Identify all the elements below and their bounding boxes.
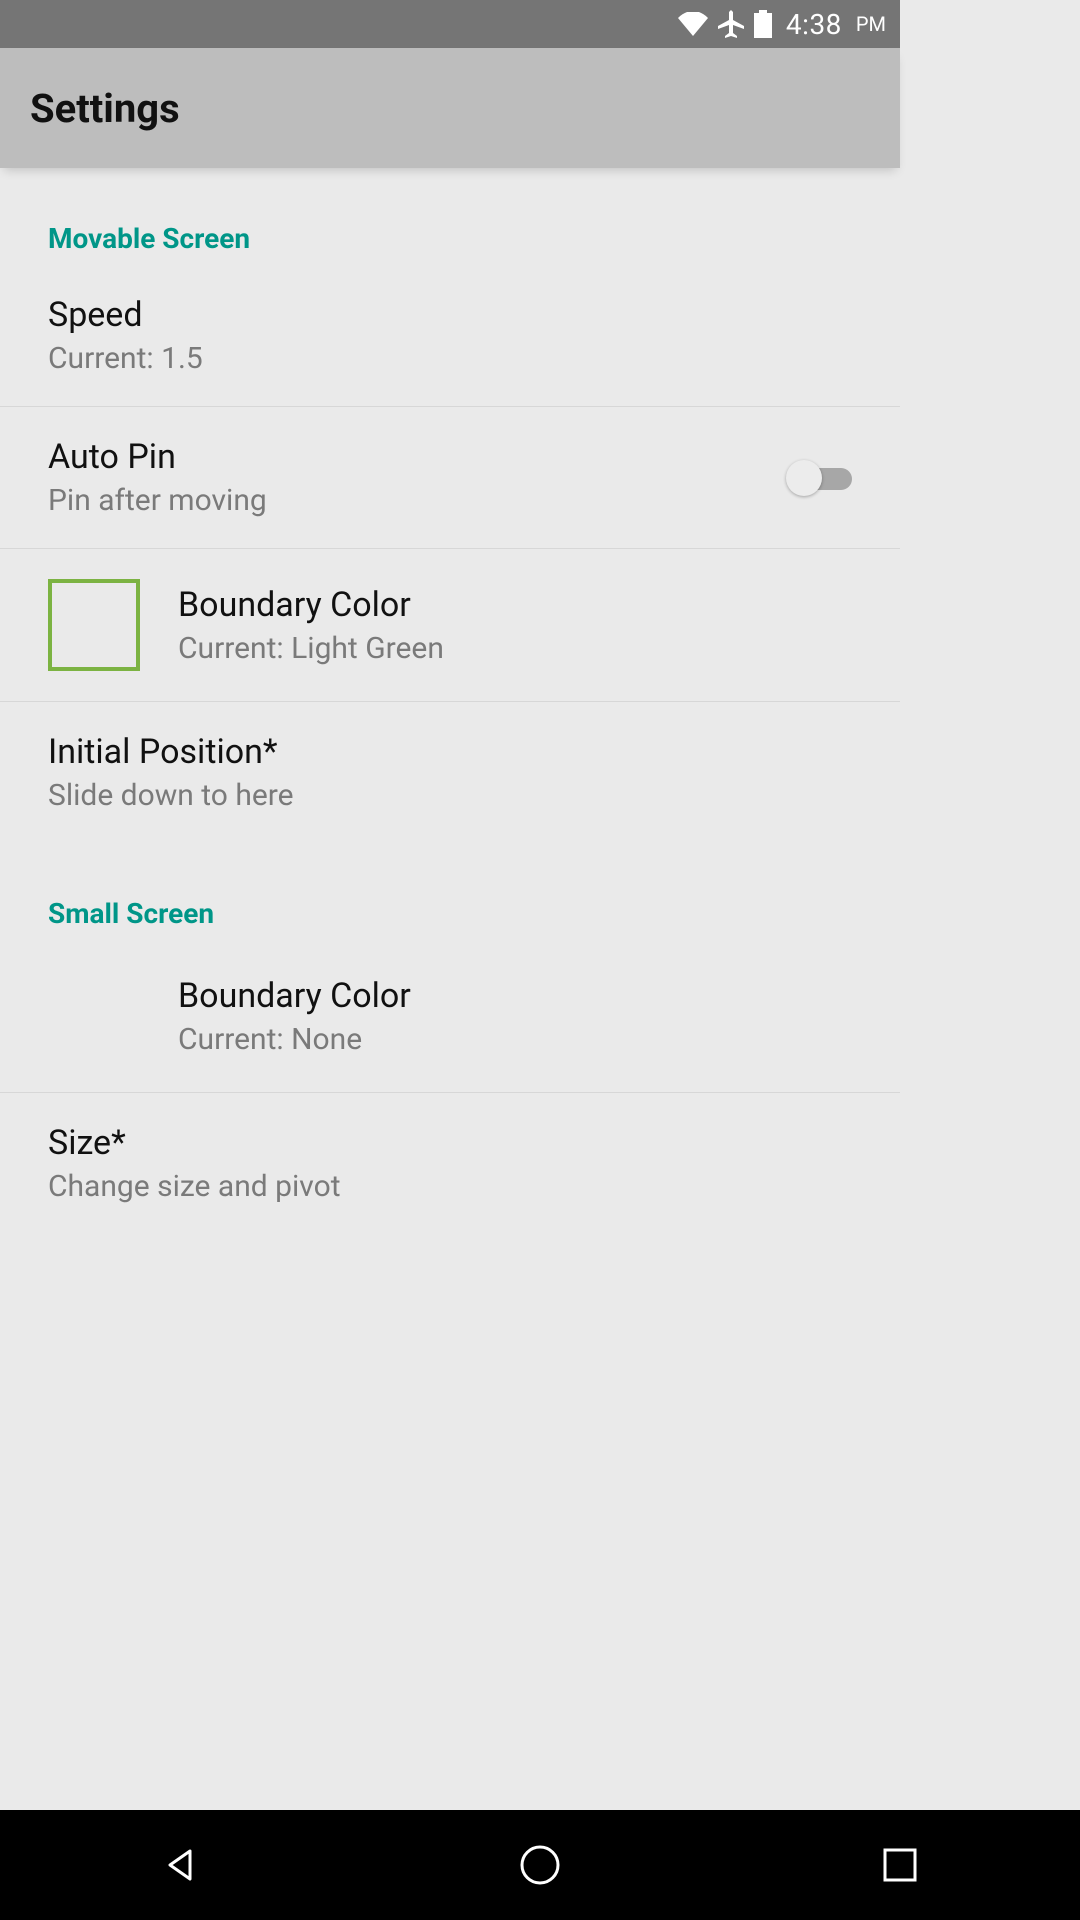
home-button[interactable] bbox=[513, 1838, 567, 1892]
setting-title: Boundary Color bbox=[178, 976, 852, 1016]
setting-subtitle: Current: 1.5 bbox=[48, 341, 852, 376]
setting-title: Initial Position* bbox=[48, 732, 852, 772]
setting-title: Size* bbox=[48, 1123, 852, 1163]
wifi-icon bbox=[678, 12, 708, 36]
setting-title: Boundary Color bbox=[178, 585, 852, 625]
auto-pin-toggle[interactable] bbox=[786, 460, 852, 496]
setting-auto-pin[interactable]: Auto Pin Pin after moving bbox=[0, 407, 900, 549]
setting-initial-position[interactable]: Initial Position* Slide down to here bbox=[0, 702, 900, 843]
setting-subtitle: Current: Light Green bbox=[178, 631, 852, 666]
recents-button[interactable] bbox=[873, 1838, 927, 1892]
switch-thumb bbox=[786, 460, 822, 496]
setting-boundary-color-small[interactable]: Boundary Color Current: None bbox=[0, 940, 900, 1093]
status-time: 4:38 bbox=[786, 8, 842, 41]
setting-boundary-color-movable[interactable]: Boundary Color Current: Light Green bbox=[0, 549, 900, 702]
page-title: Settings bbox=[30, 85, 180, 132]
section-header-movable: Movable Screen bbox=[0, 168, 900, 265]
color-swatch-light-green bbox=[48, 579, 140, 671]
setting-subtitle: Pin after moving bbox=[48, 483, 762, 518]
setting-title: Speed bbox=[48, 295, 852, 335]
color-swatch-none bbox=[48, 970, 140, 1062]
settings-content: Movable Screen Speed Current: 1.5 Auto P… bbox=[0, 168, 900, 1234]
setting-subtitle: Current: None bbox=[178, 1022, 852, 1057]
setting-subtitle: Change size and pivot bbox=[48, 1169, 852, 1204]
setting-subtitle: Slide down to here bbox=[48, 778, 852, 813]
setting-speed[interactable]: Speed Current: 1.5 bbox=[0, 265, 900, 407]
status-ampm: PM bbox=[856, 12, 886, 36]
status-bar: 4:38 PM bbox=[0, 0, 900, 48]
airplane-icon bbox=[718, 10, 744, 38]
back-button[interactable] bbox=[153, 1838, 207, 1892]
battery-icon bbox=[754, 10, 772, 38]
navigation-bar bbox=[0, 1810, 1080, 1920]
setting-title: Auto Pin bbox=[48, 437, 762, 477]
setting-size[interactable]: Size* Change size and pivot bbox=[0, 1093, 900, 1234]
app-bar: Settings bbox=[0, 48, 900, 168]
section-header-small: Small Screen bbox=[0, 843, 900, 940]
